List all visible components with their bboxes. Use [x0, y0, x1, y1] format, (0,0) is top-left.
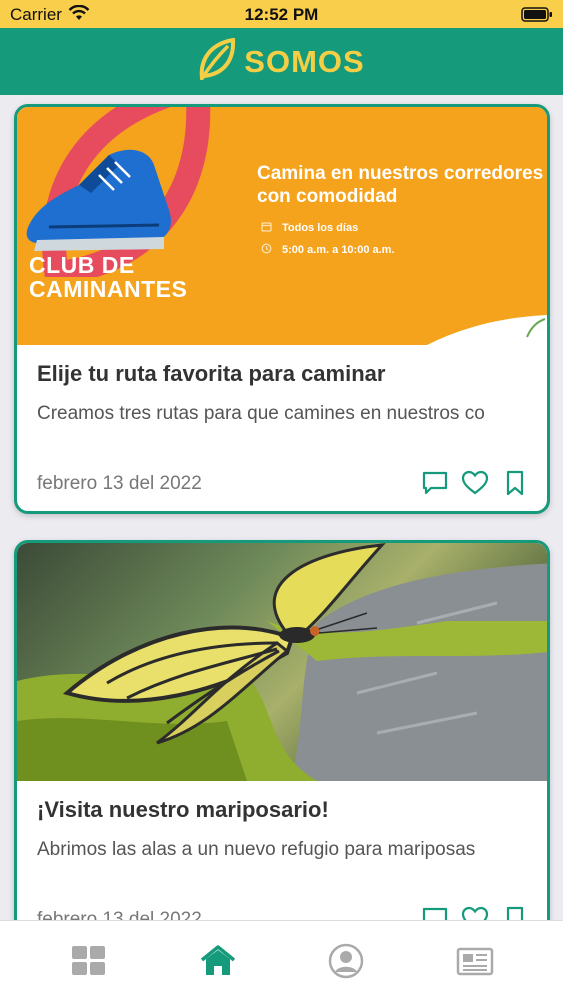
tab-profile[interactable]: [326, 943, 366, 979]
profile-icon: [328, 943, 364, 979]
promo-banner: CLUB DE CAMINANTES Camina en nuestros co…: [17, 107, 547, 345]
card-title[interactable]: ¡Visita nuestro mariposario!: [17, 797, 547, 823]
schedule-days: Todos los días: [261, 221, 358, 235]
tab-home[interactable]: [198, 943, 238, 979]
clock-icon: [261, 243, 272, 257]
card-date: febrero 13 del 2022: [37, 473, 202, 494]
card-date: febrero 13 del 2022: [37, 909, 202, 920]
card-footer: febrero 13 del 2022: [17, 465, 547, 505]
banner-curve: [427, 315, 547, 345]
leaf-icon: [198, 37, 236, 85]
card-description: Creamos tres rutas para que camines en n…: [37, 403, 485, 424]
comment-icon[interactable]: [421, 469, 449, 497]
shoe-illustration: [26, 149, 171, 251]
home-icon: [200, 945, 236, 975]
status-bar: Carrier 12:52 PM: [0, 0, 563, 28]
calendar-icon: [261, 221, 272, 235]
schedule-hours-label: 5:00 a.m. a 10:00 a.m.: [282, 244, 395, 256]
tab-grid[interactable]: [68, 943, 108, 979]
butterfly-illustration: [62, 543, 386, 745]
app-header: SOMOS: [0, 28, 563, 95]
brand-title: SOMOS: [244, 43, 365, 79]
news-icon: [456, 947, 494, 976]
battery-icon: [521, 7, 553, 27]
card-image[interactable]: CLUB DE CAMINANTES Camina en nuestros co…: [17, 107, 547, 345]
card-description: Abrimos las alas a un nuevo refugio para…: [37, 839, 476, 860]
news-card[interactable]: CLUB DE CAMINANTES Camina en nuestros co…: [14, 104, 550, 514]
card-footer: febrero 13 del 2022: [17, 901, 547, 920]
bookmark-icon[interactable]: [501, 905, 529, 920]
schedule-days-label: Todos los días: [282, 222, 359, 234]
club-title: CLUB DE CAMINANTES: [29, 252, 188, 302]
tab-news[interactable]: [455, 943, 495, 979]
news-card[interactable]: ¡Visita nuestro mariposario! Abrimos las…: [14, 540, 550, 920]
butterfly-photo: [17, 543, 547, 781]
tab-bar: [0, 920, 563, 1000]
comment-icon[interactable]: [421, 905, 449, 920]
card-title[interactable]: Elije tu ruta favorita para caminar: [17, 361, 547, 387]
news-feed[interactable]: CLUB DE CAMINANTES Camina en nuestros co…: [0, 95, 563, 920]
banner-headline: Camina en nuestros corredores con comodi…: [257, 163, 544, 207]
card-image[interactable]: [17, 543, 547, 781]
card-actions: [421, 905, 529, 920]
bookmark-icon[interactable]: [501, 469, 529, 497]
card-actions: [421, 469, 529, 497]
heart-icon[interactable]: [461, 905, 489, 920]
grid-icon: [72, 946, 105, 975]
clock: 12:52 PM: [244, 5, 319, 24]
schedule-hours: 5:00 a.m. a 10:00 a.m.: [261, 243, 395, 257]
heart-icon[interactable]: [461, 469, 489, 497]
